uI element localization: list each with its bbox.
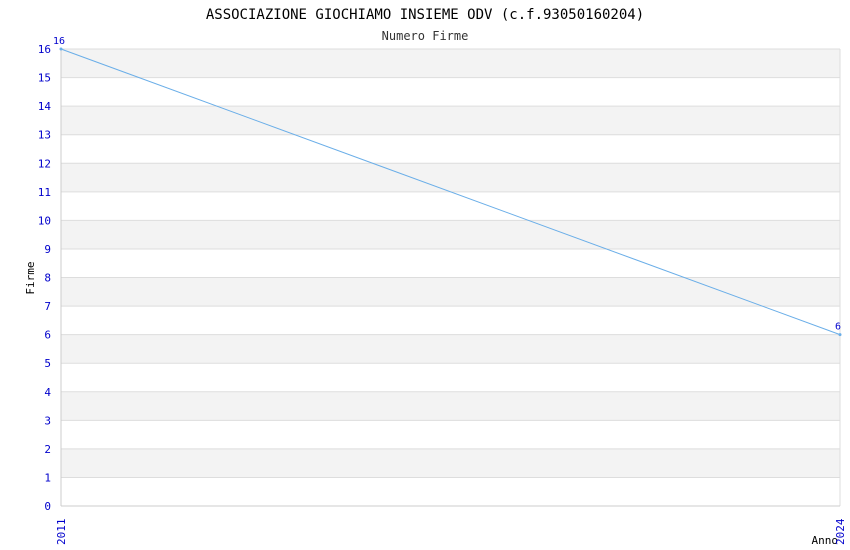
plot-band xyxy=(61,363,840,392)
plot-band xyxy=(61,134,840,164)
y-tick-labels: 012345678910111213141516 xyxy=(38,43,52,513)
plot-band xyxy=(61,477,840,506)
plot-band xyxy=(61,448,840,478)
y-tick-label: 11 xyxy=(38,186,51,199)
y-tick-label: 8 xyxy=(44,272,51,285)
chart-subtitle: Numero Firme xyxy=(382,29,469,43)
plot-band xyxy=(61,220,840,249)
y-tick-label: 2 xyxy=(44,443,51,456)
plot-band xyxy=(61,191,840,221)
plot-band xyxy=(61,49,840,78)
chart: ASSOCIAZIONE GIOCHIAMO INSIEME ODV (c.f.… xyxy=(24,7,847,547)
y-tick-label: 13 xyxy=(38,129,51,142)
x-tick-label: 2024 xyxy=(834,518,847,545)
y-tick-label: 0 xyxy=(44,500,51,513)
y-tick-label: 7 xyxy=(44,300,51,313)
y-tick-label: 15 xyxy=(38,72,51,85)
plot-band xyxy=(61,163,840,192)
plot-band xyxy=(61,106,840,135)
plot-band xyxy=(61,334,840,364)
y-tick-label: 10 xyxy=(38,214,51,227)
plot-band xyxy=(61,420,840,449)
plot-band xyxy=(61,248,840,278)
y-axis-title: Firme xyxy=(24,261,37,294)
y-tick-label: 4 xyxy=(44,386,51,399)
x-tick-labels: 2011 2024 xyxy=(55,518,847,545)
data-point xyxy=(838,333,842,337)
y-tick-label: 6 xyxy=(44,329,51,342)
y-tick-label: 1 xyxy=(44,471,51,484)
plot-band xyxy=(61,391,840,421)
chart-title: ASSOCIAZIONE GIOCHIAMO INSIEME ODV (c.f.… xyxy=(206,7,644,23)
y-tick-label: 9 xyxy=(44,243,51,256)
y-tick-label: 14 xyxy=(38,100,52,113)
plot-band xyxy=(61,306,840,335)
y-tick-label: 5 xyxy=(44,357,51,370)
data-label: 16 xyxy=(53,36,65,47)
data-point xyxy=(59,47,63,51)
y-tick-label: 3 xyxy=(44,414,51,427)
y-tick-label: 12 xyxy=(38,157,51,170)
x-tick-label: 2011 xyxy=(55,519,68,546)
data-label: 6 xyxy=(835,322,841,333)
y-tick-label: 16 xyxy=(38,43,51,56)
